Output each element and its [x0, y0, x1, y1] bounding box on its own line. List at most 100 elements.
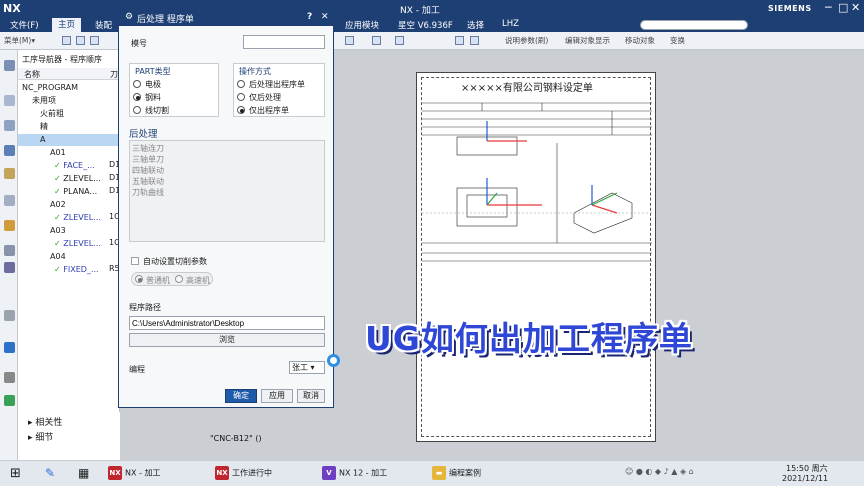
- tree-row-group-selected[interactable]: A: [18, 134, 120, 146]
- maximize-button[interactable]: □: [838, 1, 848, 14]
- post-item[interactable]: 刀轨曲线: [132, 187, 164, 198]
- hd3d-icon[interactable]: [4, 220, 15, 231]
- menu-app-module[interactable]: 应用模块: [345, 19, 379, 31]
- taskbar: ⊞ ✎ ▦ NX NX - 加工 NX 工作进行中 V NX 12 - 加工 ▬ 编程案…: [0, 460, 864, 486]
- menu-home[interactable]: 主页: [52, 18, 82, 32]
- calculator-icon[interactable]: ▦: [78, 466, 89, 480]
- menu-select[interactable]: 选择: [467, 19, 484, 31]
- part-type-radio-steel[interactable]: [133, 93, 141, 101]
- transform[interactable]: 变换: [670, 35, 685, 46]
- navigator-title: 工序导航器 - 程序顺序: [22, 55, 102, 64]
- speed-radio[interactable]: [175, 275, 183, 283]
- tree-row-group[interactable]: 火前粗: [18, 108, 120, 120]
- tree-row-group[interactable]: 精: [18, 121, 120, 133]
- machine-navigator-icon[interactable]: [4, 168, 15, 179]
- browse-button[interactable]: 浏览: [129, 333, 325, 347]
- tree-row-group[interactable]: A03: [18, 225, 120, 237]
- part-type-radio-electrode[interactable]: [133, 80, 141, 88]
- reuse-library-icon[interactable]: [4, 195, 15, 206]
- point-icon[interactable]: [395, 36, 404, 45]
- snap-icon[interactable]: [90, 36, 99, 45]
- select-icon[interactable]: [62, 36, 71, 45]
- tree-row-operation[interactable]: ✓ ZLEVEL...: [18, 173, 120, 185]
- windows-start-icon[interactable]: ⊞: [10, 466, 21, 481]
- task-nx-machining[interactable]: NX NX - 加工: [108, 466, 160, 480]
- mold-no-input[interactable]: [243, 35, 325, 49]
- tree-row-operation[interactable]: ✓ PLANA...: [18, 186, 120, 198]
- dependencies-panel[interactable]: ▸ 相关性: [28, 415, 62, 428]
- menu-xingkong[interactable]: 星空 V6.936F: [398, 19, 453, 31]
- op-mode-radio-selected[interactable]: [237, 106, 245, 114]
- system-material-icon[interactable]: [4, 310, 15, 321]
- display-icon[interactable]: [455, 36, 464, 45]
- op-mode-radio[interactable]: [237, 80, 245, 88]
- tree-row-nc-program[interactable]: NC_PROGRAM: [18, 82, 120, 94]
- tree-row-operation[interactable]: ✓ ZLEVEL...: [18, 212, 120, 224]
- clock-date[interactable]: 2021/12/11: [782, 474, 828, 483]
- history-icon[interactable]: [4, 262, 15, 273]
- speed-option: 高速机: [186, 276, 210, 285]
- auto-param-checkbox[interactable]: [131, 257, 139, 265]
- tree-row-operation[interactable]: ✓ FACE_...: [18, 160, 120, 172]
- task-nx12[interactable]: V NX 12 - 加工: [322, 466, 387, 480]
- part-type-option: 电极: [145, 80, 161, 89]
- tree-row-group[interactable]: A02: [18, 199, 120, 211]
- tree-row-operation[interactable]: ✓ FIXED_...: [18, 264, 120, 276]
- close-button[interactable]: ✕: [851, 1, 860, 14]
- details-panel[interactable]: ▸ 细节: [28, 430, 53, 443]
- tree-row-unused[interactable]: 未用项: [18, 95, 120, 107]
- speed-option: 普通机: [146, 276, 170, 285]
- part-navigator-icon[interactable]: [4, 60, 15, 71]
- tree-row-group[interactable]: A01: [18, 147, 120, 159]
- cancel-button[interactable]: 取消: [297, 389, 325, 403]
- post-item[interactable]: 三轴单刀: [132, 154, 164, 165]
- move-object[interactable]: 移动对象: [625, 35, 655, 46]
- post-item[interactable]: 四轴联动: [132, 165, 164, 176]
- op-mode-radio[interactable]: [237, 93, 245, 101]
- speed-radio[interactable]: [135, 275, 143, 283]
- menu-assembly[interactable]: 装配: [95, 19, 112, 31]
- tree-row-operation[interactable]: ✓ ZLEVEL...: [18, 238, 120, 250]
- constraint-icon[interactable]: [4, 120, 15, 131]
- menu-lhz[interactable]: LHZ: [502, 19, 519, 29]
- programmer-select[interactable]: 张工 ▾: [289, 361, 325, 374]
- task-folder[interactable]: ▬ 编程案例: [432, 466, 481, 480]
- tree-row-group[interactable]: A04: [18, 251, 120, 263]
- operation-navigator-icon[interactable]: [4, 145, 15, 156]
- task-working[interactable]: NX 工作进行中: [215, 466, 272, 480]
- programmer-label: 编程: [129, 365, 145, 374]
- web-browser-icon[interactable]: [4, 245, 15, 256]
- menu-dropdown[interactable]: 菜单(M)▾: [4, 35, 35, 46]
- roles-icon[interactable]: [4, 395, 15, 406]
- post-item[interactable]: 五轴联动: [132, 176, 164, 187]
- apply-button[interactable]: 应用: [261, 389, 293, 403]
- command-search-input[interactable]: [640, 20, 748, 30]
- operation-navigator: 工序导航器 - 程序顺序 名称 刀 NC_PROGRAM 未用项 火前粗 精 A…: [18, 50, 120, 460]
- column-name[interactable]: 名称: [24, 69, 40, 80]
- ok-button[interactable]: 确定: [225, 389, 257, 403]
- dialog-close-icon[interactable]: ✕: [321, 12, 329, 22]
- path-input[interactable]: [129, 316, 325, 330]
- tool-param-label[interactable]: 说明参数(刷): [505, 35, 548, 46]
- op-mode-option: 后处理出程序单: [249, 80, 305, 89]
- minimize-button[interactable]: ─: [825, 1, 832, 14]
- drawing-sheet: ×××××有限公司钢料设定单: [416, 72, 656, 442]
- filter-icon[interactable]: [76, 36, 85, 45]
- menu-file[interactable]: 文件(F): [10, 19, 39, 31]
- cursor-ring-icon: [327, 354, 340, 367]
- clock-icon[interactable]: [4, 372, 15, 383]
- post-item[interactable]: 三轴连刀: [132, 143, 164, 154]
- edit-object-display[interactable]: 编辑对象显示: [565, 35, 610, 46]
- help-icon[interactable]: ?: [307, 12, 312, 22]
- pen-icon[interactable]: ✎: [45, 466, 55, 480]
- tray-icons[interactable]: ☺ ● ◐ ◆ ♪ ▲ ◈ ⌂: [625, 467, 694, 476]
- column-tool[interactable]: 刀: [110, 69, 118, 80]
- part-type-radio-wire[interactable]: [133, 106, 141, 114]
- shade-icon[interactable]: [470, 36, 479, 45]
- app-logo: NX: [3, 2, 21, 15]
- process-studio-icon[interactable]: [4, 342, 15, 353]
- assembly-navigator-icon[interactable]: [4, 95, 15, 106]
- clock-time[interactable]: 15:50 周六: [786, 463, 828, 474]
- circle-icon[interactable]: [372, 36, 381, 45]
- view-icon[interactable]: [345, 36, 354, 45]
